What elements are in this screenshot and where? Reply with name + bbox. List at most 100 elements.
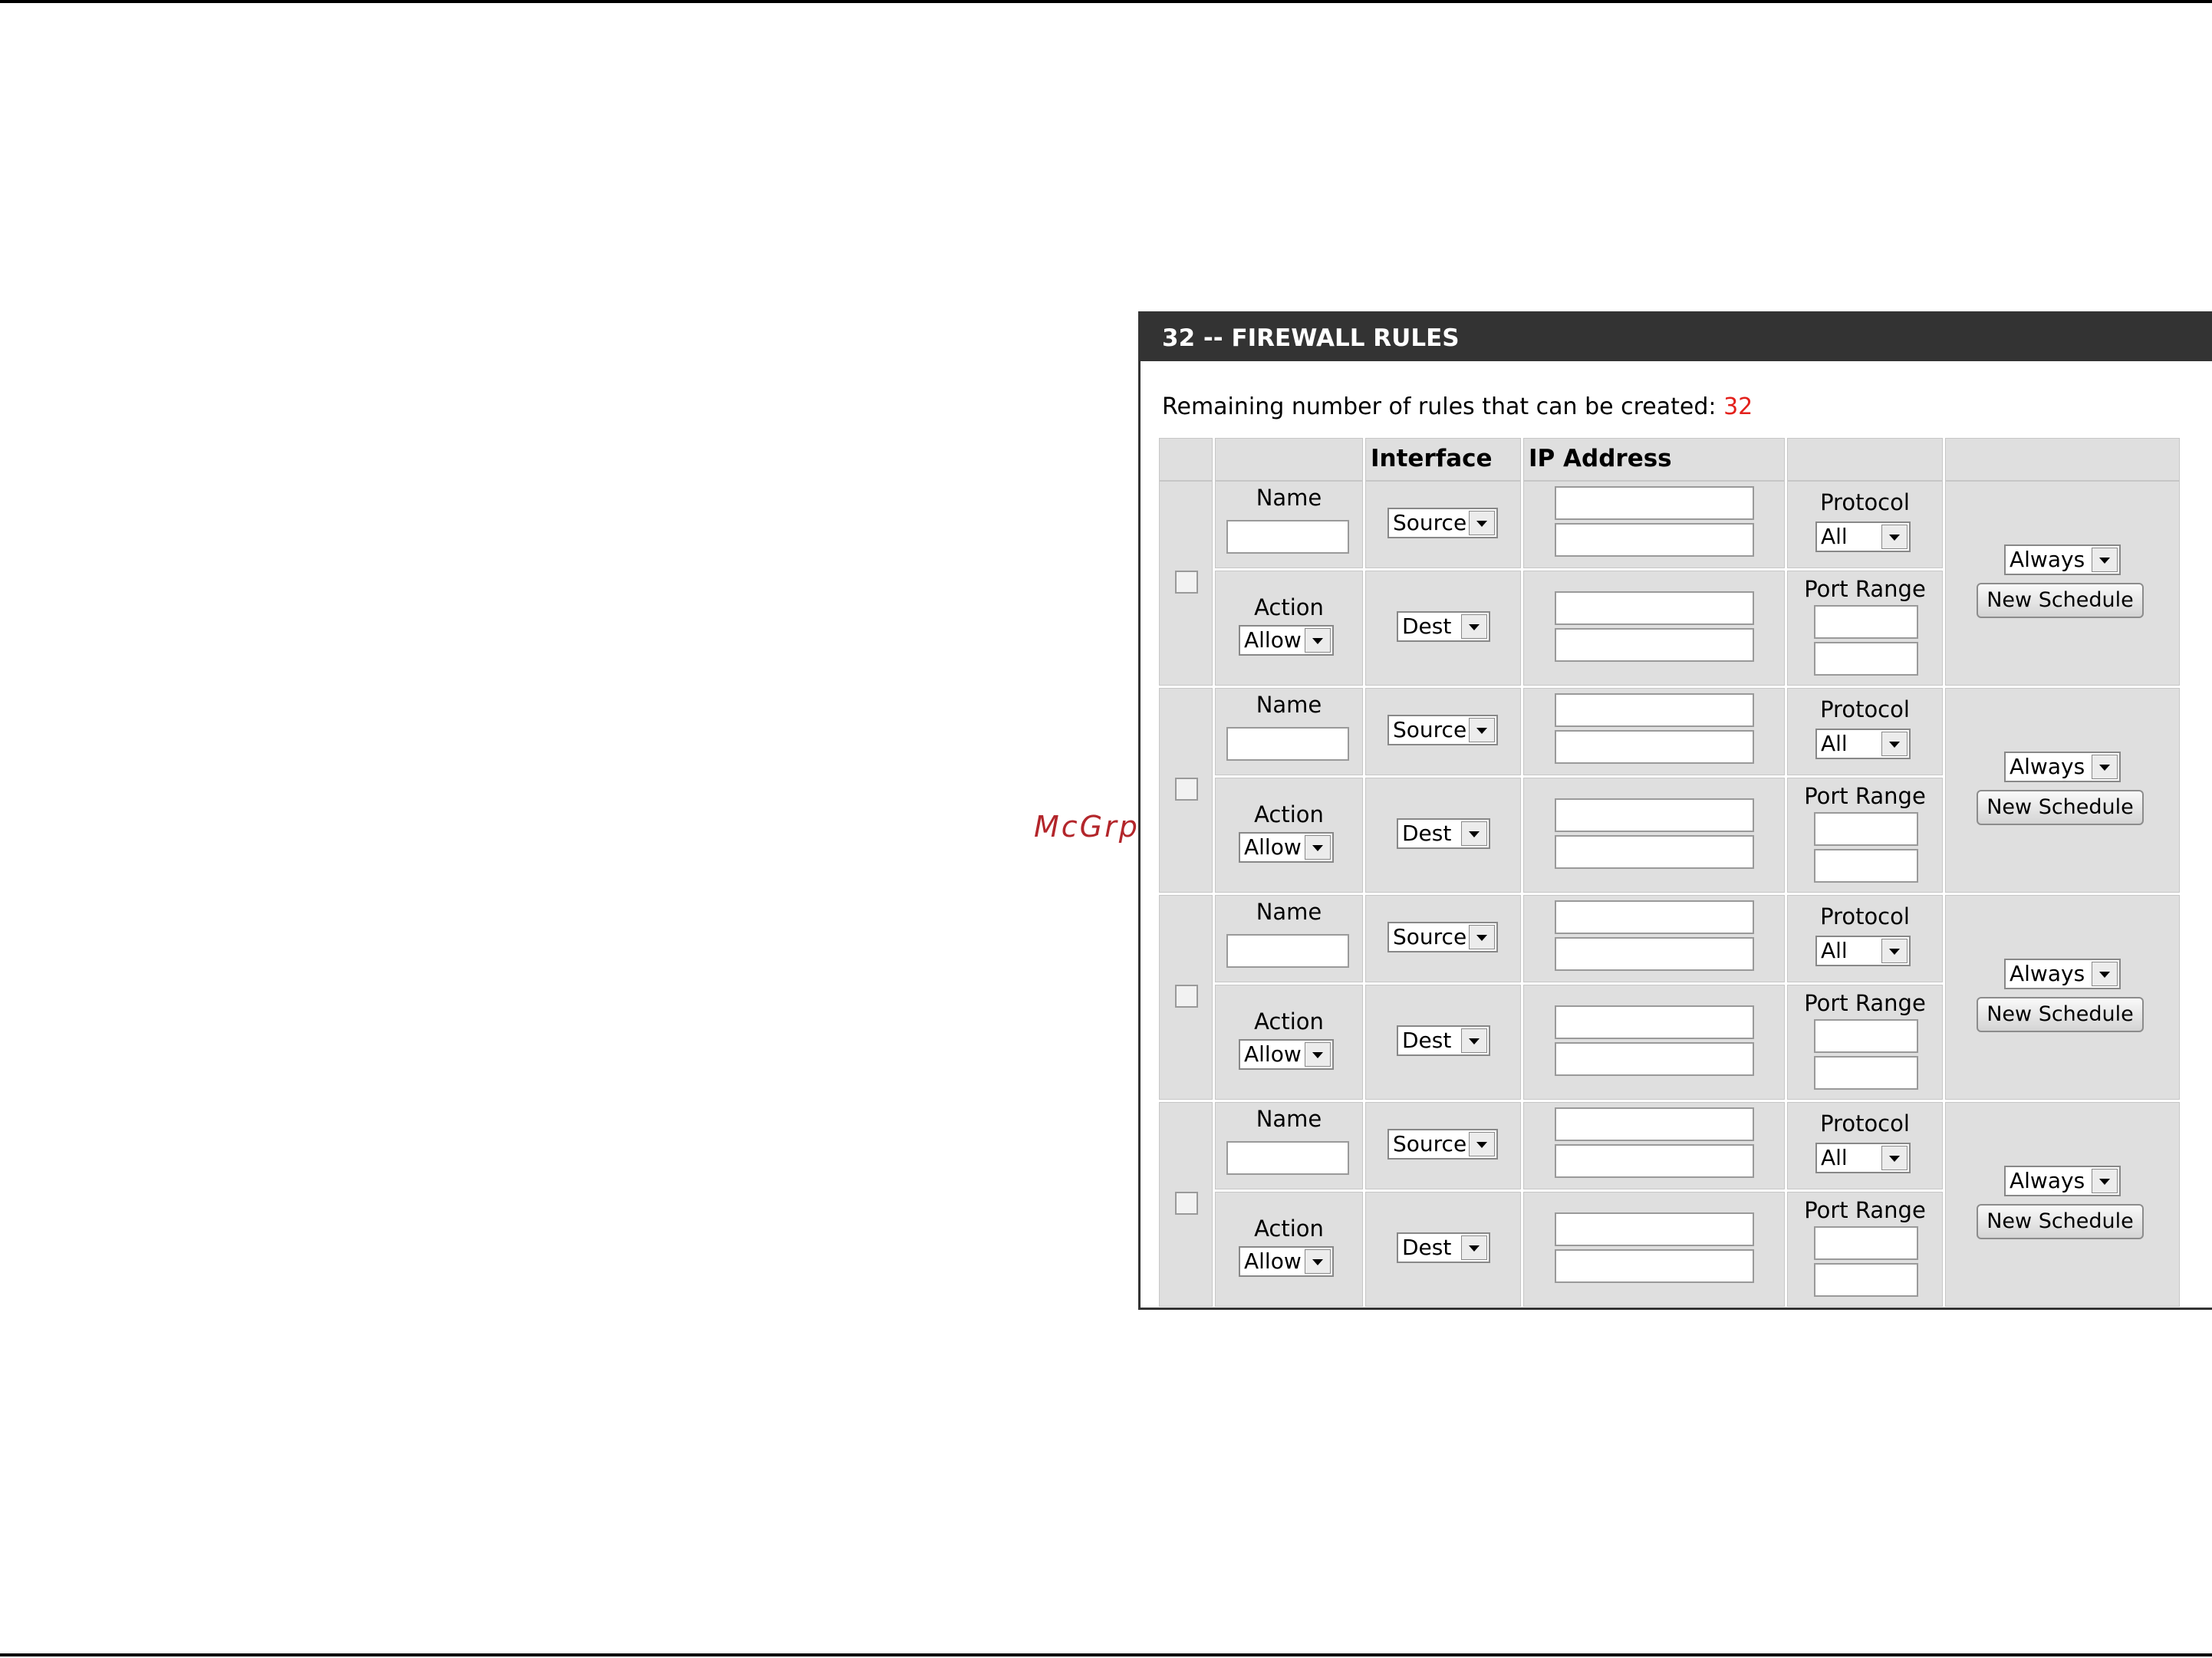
port-range-start-input[interactable]	[1814, 1019, 1918, 1053]
action-select[interactable]: Allow	[1239, 832, 1334, 863]
rule-enable-checkbox[interactable]	[1175, 571, 1198, 594]
firewall-rules-panel: 32 -- FIREWALL RULES Remaining number of…	[1138, 311, 2212, 1310]
dest-interface-cell: Dest	[1365, 1192, 1521, 1307]
source-ip-start-input[interactable]	[1555, 486, 1754, 520]
rule-check-cell	[1159, 688, 1213, 893]
new-schedule-button[interactable]: New Schedule	[1977, 1204, 2144, 1239]
name-label: Name	[1256, 899, 1322, 925]
ip-address-column-header: IP Address	[1529, 445, 1672, 472]
chevron-down-icon	[1305, 628, 1331, 653]
header-name-cell	[1215, 438, 1363, 481]
port-range-cell: Port Range	[1787, 985, 1943, 1100]
protocol-select[interactable]: All	[1815, 521, 1911, 552]
rule-enable-checkbox[interactable]	[1175, 1192, 1198, 1215]
firewall-rule-row: Name Source Protocol All Action Allow De…	[1159, 1102, 2184, 1308]
port-range-cell: Port Range	[1787, 1192, 1943, 1307]
source-ip-start-input[interactable]	[1555, 900, 1754, 934]
port-range-cell: Port Range	[1787, 571, 1943, 686]
rule-source-row: Name Source Protocol All	[1215, 481, 1945, 571]
protocol-cell: Protocol All	[1787, 1102, 1943, 1189]
dest-ip-start-input[interactable]	[1555, 1212, 1754, 1246]
name-input[interactable]	[1226, 934, 1349, 968]
schedule-select[interactable]: Always	[2004, 1166, 2121, 1196]
dest-interface-select[interactable]: Dest	[1397, 611, 1490, 642]
port-range-end-input[interactable]	[1814, 642, 1918, 676]
source-interface-value: Source	[1393, 1131, 1467, 1156]
source-interface-select[interactable]: Source	[1387, 715, 1498, 745]
source-ip-end-input[interactable]	[1555, 730, 1754, 764]
rule-dest-row: Action Allow Dest Port Range	[1215, 1192, 1945, 1308]
dest-ip-end-input[interactable]	[1555, 628, 1754, 662]
port-range-end-input[interactable]	[1814, 849, 1918, 883]
dest-ip-end-input[interactable]	[1555, 1042, 1754, 1076]
rule-check-cell	[1159, 481, 1213, 686]
new-schedule-button[interactable]: New Schedule	[1977, 997, 2144, 1032]
interface-column-header: Interface	[1371, 445, 1493, 472]
source-ip-start-input[interactable]	[1555, 693, 1754, 727]
rule-enable-checkbox[interactable]	[1175, 985, 1198, 1008]
dest-interface-select[interactable]: Dest	[1397, 1232, 1490, 1263]
source-interface-select[interactable]: Source	[1387, 922, 1498, 952]
protocol-select[interactable]: All	[1815, 729, 1911, 759]
name-input[interactable]	[1226, 520, 1349, 554]
dest-ip-start-input[interactable]	[1555, 1005, 1754, 1039]
action-cell: Action Allow	[1215, 778, 1363, 893]
rule-check-cell	[1159, 895, 1213, 1100]
schedule-select[interactable]: Always	[2004, 959, 2121, 989]
protocol-value: All	[1821, 938, 1848, 963]
action-select[interactable]: Allow	[1239, 1039, 1334, 1070]
dest-interface-select[interactable]: Dest	[1397, 1025, 1490, 1056]
panel-title: 32 -- FIREWALL RULES	[1141, 314, 2212, 361]
schedule-cell: Always New Schedule	[1945, 688, 2180, 893]
port-range-end-input[interactable]	[1814, 1056, 1918, 1090]
name-input[interactable]	[1226, 727, 1349, 761]
dest-ip-start-input[interactable]	[1555, 798, 1754, 832]
dest-interface-value: Dest	[1402, 614, 1452, 639]
chevron-down-icon	[1881, 732, 1908, 756]
new-schedule-button[interactable]: New Schedule	[1977, 790, 2144, 825]
name-input[interactable]	[1226, 1141, 1349, 1175]
protocol-select[interactable]: All	[1815, 1143, 1911, 1173]
rule-dest-row: Action Allow Dest Port Range	[1215, 778, 1945, 895]
dest-interface-cell: Dest	[1365, 985, 1521, 1100]
action-select[interactable]: Allow	[1239, 625, 1334, 656]
rule-enable-checkbox[interactable]	[1175, 778, 1198, 801]
port-range-start-input[interactable]	[1814, 812, 1918, 846]
dest-ip-cell	[1523, 1192, 1785, 1307]
source-interface-select[interactable]: Source	[1387, 508, 1498, 538]
chevron-down-icon	[1469, 1132, 1495, 1156]
rule-source-row: Name Source Protocol All	[1215, 688, 1945, 778]
port-range-start-input[interactable]	[1814, 605, 1918, 639]
name-cell: Name	[1215, 481, 1363, 568]
dest-ip-end-input[interactable]	[1555, 1249, 1754, 1283]
dest-ip-end-input[interactable]	[1555, 835, 1754, 869]
action-value: Allow	[1244, 1041, 1302, 1067]
action-value: Allow	[1244, 1248, 1302, 1274]
new-schedule-button[interactable]: New Schedule	[1977, 583, 2144, 618]
rule-fields: Name Source Protocol All Action Allow De…	[1215, 895, 1945, 1102]
schedule-select[interactable]: Always	[2004, 544, 2121, 575]
schedule-select[interactable]: Always	[2004, 752, 2121, 782]
name-label: Name	[1256, 1106, 1322, 1132]
source-ip-end-input[interactable]	[1555, 1144, 1754, 1178]
protocol-select[interactable]: All	[1815, 936, 1911, 966]
source-ip-start-input[interactable]	[1555, 1107, 1754, 1141]
rule-dest-row: Action Allow Dest Port Range	[1215, 985, 1945, 1102]
port-range-start-input[interactable]	[1814, 1226, 1918, 1260]
chevron-down-icon	[1461, 614, 1487, 639]
source-ip-end-input[interactable]	[1555, 523, 1754, 557]
action-select[interactable]: Allow	[1239, 1246, 1334, 1277]
source-interface-select[interactable]: Source	[1387, 1129, 1498, 1160]
dest-interface-value: Dest	[1402, 1235, 1452, 1260]
chevron-down-icon	[1469, 511, 1495, 535]
protocol-label: Protocol	[1820, 696, 1910, 722]
port-range-end-input[interactable]	[1814, 1263, 1918, 1297]
schedule-cell: Always New Schedule	[1945, 481, 2180, 686]
source-ip-end-input[interactable]	[1555, 937, 1754, 971]
remaining-count: 32	[1723, 393, 1753, 420]
dest-interface-select[interactable]: Dest	[1397, 818, 1490, 849]
protocol-label: Protocol	[1820, 903, 1910, 929]
action-cell: Action Allow	[1215, 985, 1363, 1100]
source-interface-value: Source	[1393, 510, 1467, 535]
dest-ip-start-input[interactable]	[1555, 591, 1754, 625]
